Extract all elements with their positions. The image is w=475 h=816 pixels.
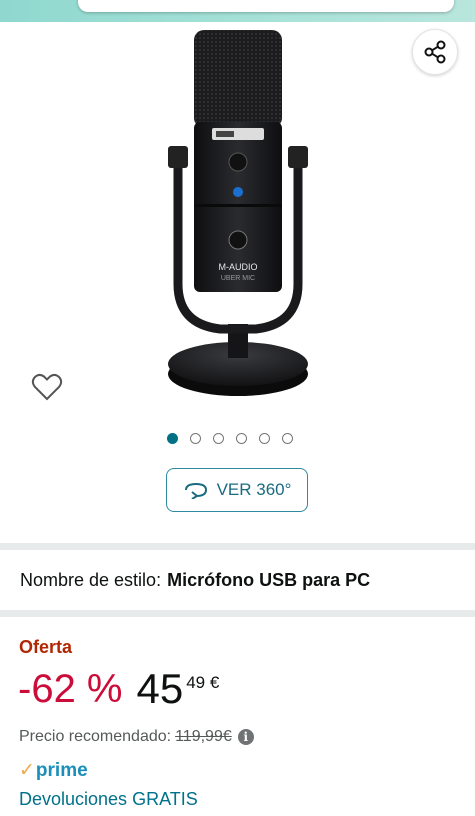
info-icon[interactable]: i — [237, 729, 254, 745]
carousel-dot[interactable] — [259, 433, 270, 444]
wishlist-heart-icon[interactable] — [30, 370, 64, 404]
prime-check-icon: ✓ — [19, 760, 35, 781]
list-price-row: Precio recomendado: 119,99€ i — [19, 728, 254, 746]
carousel-dot[interactable] — [213, 433, 224, 444]
share-button[interactable] — [412, 29, 458, 75]
discount-percent: -62 % — [18, 667, 123, 711]
style-name-row[interactable]: Nombre de estilo: Micrófono USB para PC — [20, 570, 370, 591]
view-360-button[interactable]: VER 360° — [166, 468, 308, 512]
product-brand-text: M-AUDIO — [219, 262, 258, 272]
carousel-dot[interactable] — [190, 433, 201, 444]
rotate-360-icon — [184, 482, 207, 499]
product-model-text: UBER MIC — [221, 275, 255, 282]
prime-label: prime — [35, 759, 88, 781]
search-bar-edge[interactable] — [78, 0, 454, 12]
image-carousel-dots — [167, 433, 293, 444]
section-divider — [0, 543, 475, 550]
price-row: -62 % 45 49 € — [18, 666, 219, 712]
section-divider — [0, 610, 475, 617]
list-price-label: Precio recomendado: — [19, 728, 172, 745]
free-returns-link[interactable]: Devoluciones GRATIS — [19, 789, 198, 810]
share-icon — [424, 40, 446, 64]
carousel-dot-active[interactable] — [167, 433, 178, 444]
prime-badge: ✓ prime — [19, 759, 88, 782]
carousel-dot[interactable] — [282, 433, 293, 444]
view-360-label: VER 360° — [216, 480, 292, 499]
deal-badge: Oferta — [19, 637, 73, 657]
style-value: Micrófono USB para PC — [167, 570, 371, 590]
carousel-dot[interactable] — [236, 433, 247, 444]
price-whole: 45 — [136, 665, 184, 712]
price-fraction: 49 € — [186, 673, 220, 692]
style-label: Nombre de estilo: — [20, 570, 162, 590]
product-image[interactable]: M-AUDIO UBER MIC — [130, 24, 346, 404]
list-price-value: 119,99€ — [175, 728, 232, 745]
